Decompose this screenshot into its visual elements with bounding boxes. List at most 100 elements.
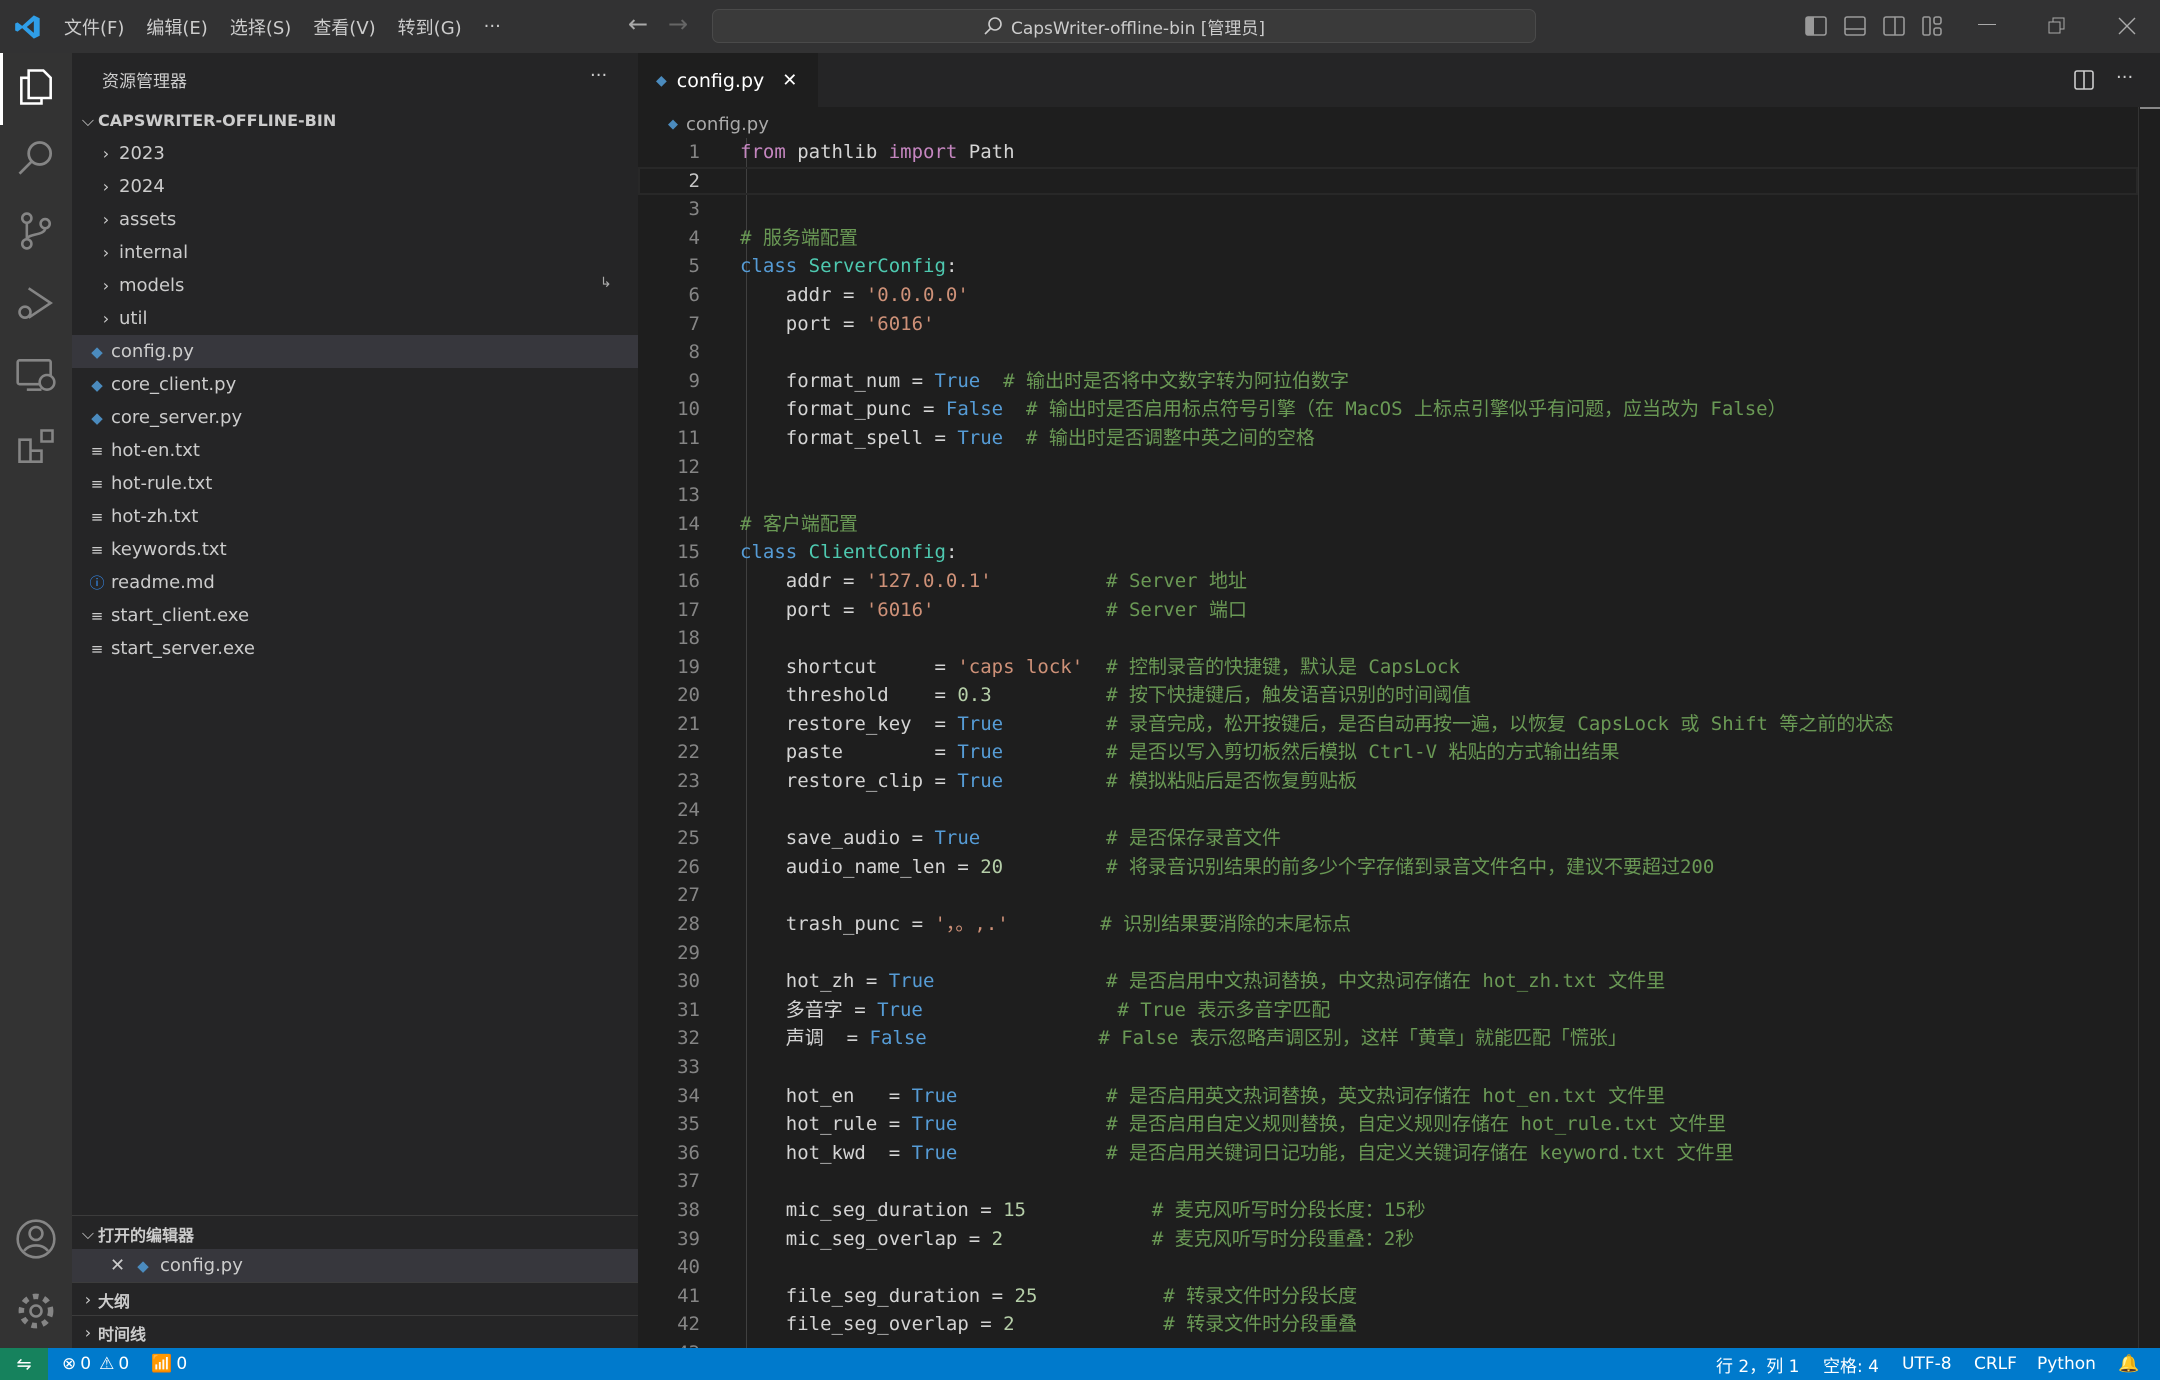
menu-selection[interactable]: 选择(S) (230, 14, 291, 40)
remote-button[interactable]: ⇋ (0, 1348, 48, 1380)
timeline-section[interactable]: › 时间线 (72, 1316, 638, 1349)
error-icon: ⊗ (62, 1354, 77, 1374)
tree-item[interactable]: › assets (72, 203, 638, 236)
breadcrumb[interactable]: ◆ config.py (668, 109, 769, 139)
line-text: hot_en = True # 是否启用英文热词替换，英文热词存储在 hot_e… (740, 1082, 1665, 1111)
remote-explorer-icon[interactable] (14, 353, 58, 397)
tab-config-py[interactable]: ◆ config.py ✕ (638, 53, 818, 107)
tree-item-label: keywords.txt (111, 539, 227, 560)
code-line: 28 trash_punc = '，。,.' # 识别结果要消除的末尾标点 (638, 910, 2138, 939)
notifications-bell-icon[interactable]: 🔔 (2118, 1348, 2139, 1380)
code-token: True (911, 1084, 958, 1107)
code-token: # Server 地址 (1106, 569, 1248, 592)
explorer-more-button[interactable]: ··· (590, 65, 607, 86)
editor-more-icon[interactable]: ··· (2116, 67, 2133, 88)
tree-item[interactable]: › util (72, 302, 638, 335)
tree-item-label: 2023 (119, 143, 165, 164)
tree-item[interactable]: › internal (72, 236, 638, 269)
tree-item[interactable]: ⓘ readme.md (72, 566, 638, 599)
restore-window-icon[interactable] (2045, 14, 2069, 38)
extensions-icon[interactable] (14, 425, 58, 469)
open-editors-section[interactable]: ⌵ 打开的编辑器 (72, 1217, 638, 1250)
tree-item[interactable]: ≡ start_client.exe (72, 599, 638, 632)
close-window-icon[interactable] (2115, 14, 2139, 38)
tree-item-label: assets (119, 209, 177, 230)
open-editor-item[interactable]: ✕ ◆ config.py (72, 1249, 638, 1282)
minimize-icon[interactable] (1978, 24, 1996, 25)
line-number: 16 (677, 569, 700, 592)
toggle-panel-icon[interactable] (1843, 14, 1867, 38)
outline-section[interactable]: › 大纲 (72, 1283, 638, 1316)
language-mode[interactable]: Python (2037, 1348, 2096, 1380)
back-arrow-icon[interactable]: ← (628, 10, 648, 38)
toggle-secondary-sidebar-icon[interactable] (1882, 14, 1906, 38)
settings-gear-icon[interactable] (14, 1289, 58, 1333)
ports-indicator[interactable]: 📶 0 (151, 1354, 187, 1374)
line-number: 14 (677, 512, 700, 535)
forward-arrow-icon[interactable]: → (668, 10, 688, 38)
code-token: restore_clip = (740, 770, 958, 793)
tree-item[interactable]: ◆ config.py (72, 335, 638, 368)
line-number: 30 (677, 970, 700, 993)
line-number: 11 (677, 426, 700, 449)
editor-scrollbar[interactable] (2138, 107, 2160, 1348)
close-tab-icon[interactable]: ✕ (782, 70, 797, 91)
search-icon[interactable] (14, 137, 58, 181)
code-token: True (957, 741, 1004, 764)
menu-more[interactable]: ··· (484, 16, 501, 37)
code-token: False (945, 398, 1004, 421)
chevron-down-icon: ⌵ (81, 110, 95, 130)
tree-item[interactable]: › models (72, 269, 638, 302)
code-token: hot_zh = (740, 970, 889, 993)
toggle-sidebar-icon[interactable] (1804, 14, 1828, 38)
tree-item[interactable]: ◆ core_client.py (72, 368, 638, 401)
code-line: 40 (638, 1253, 2138, 1282)
problems-indicator[interactable]: ⊗ 0 ⚠ 0 (62, 1354, 129, 1374)
code-line: 23 restore_clip = True # 模拟粘贴后是否恢复剪贴板 (638, 767, 2138, 796)
source-control-icon[interactable] (14, 209, 58, 253)
tree-item[interactable]: › 2024 (72, 170, 638, 203)
line-number: 27 (677, 884, 700, 907)
python-file-icon: ◆ (91, 342, 103, 361)
line-number: 13 (677, 484, 700, 507)
encoding[interactable]: UTF-8 (1902, 1348, 1952, 1380)
run-debug-icon[interactable] (14, 281, 58, 325)
tree-item[interactable]: › 2023 (72, 137, 638, 170)
code-token: class (740, 255, 798, 278)
tree-item[interactable]: ≡ hot-en.txt (72, 434, 638, 467)
cursor-position[interactable]: 行 2，列 1 (1716, 1348, 1799, 1380)
tab-label: config.py (676, 69, 765, 92)
menu-edit[interactable]: 编辑(E) (146, 14, 207, 40)
menu-view[interactable]: 查看(V) (313, 14, 375, 40)
account-icon[interactable] (14, 1217, 58, 1261)
code-line: 20 threshold = 0.3 # 按下快捷键后，触发语音识别的时间阈值 (638, 681, 2138, 710)
breadcrumb-file[interactable]: config.py (686, 114, 769, 135)
code-editor[interactable]: 1 from pathlib import Path 2 3 4 # 服务端配置 5 clas… (638, 138, 2138, 1348)
line-text: port = '6016' # Server 端口 (740, 596, 1247, 625)
tree-item[interactable]: ◆ core_server.py (72, 401, 638, 434)
split-editor-icon[interactable] (2072, 68, 2096, 92)
menu-go[interactable]: 转到(G) (398, 14, 462, 40)
menu-file[interactable]: 文件(F) (64, 14, 124, 40)
indentation[interactable]: 空格: 4 (1823, 1348, 1879, 1380)
code-token: # 是否以写入剪切板然后模拟 Ctrl-V 粘贴的方式输出结果 (1106, 741, 1620, 764)
line-ending[interactable]: CRLF (1974, 1348, 2017, 1380)
command-center-search[interactable]: CapsWriter-offline-bin [管理员] (712, 9, 1536, 43)
workspace-root[interactable]: ⌵ CAPSWRITER-OFFLINE-BIN (72, 104, 638, 137)
code-token: audio_name_len = (740, 855, 981, 878)
tree-item[interactable]: ≡ hot-rule.txt (72, 467, 638, 500)
tree-item-label: util (119, 308, 148, 329)
line-text: addr = '0.0.0.0' (740, 281, 969, 310)
tree-item[interactable]: ≡ start_server.exe (72, 632, 638, 665)
timeline-label: 时间线 (98, 1324, 147, 1344)
code-token: # Server 端口 (1106, 598, 1248, 621)
customize-layout-icon[interactable] (1921, 14, 1945, 38)
tree-item[interactable]: ≡ hot-zh.txt (72, 500, 638, 533)
close-icon[interactable]: ✕ (110, 1255, 132, 1276)
code-token: # 按下快捷键后，触发语音识别的时间阈值 (1106, 684, 1471, 707)
code-token: '6016' (865, 598, 935, 621)
tree-item[interactable]: ≡ keywords.txt (72, 533, 638, 566)
explorer-icon[interactable] (14, 65, 58, 109)
